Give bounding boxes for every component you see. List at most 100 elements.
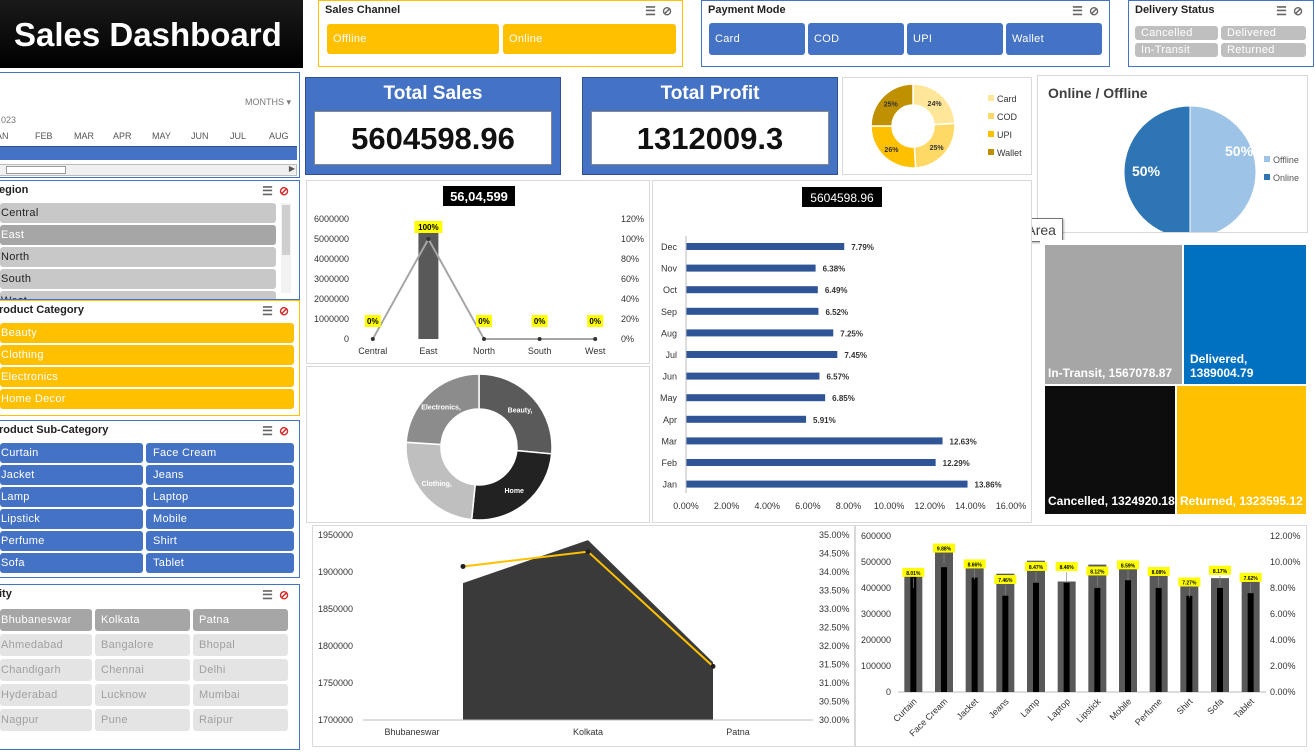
bar-inner[interactable] xyxy=(1063,582,1070,692)
slicer-item-cancelled[interactable]: Cancelled xyxy=(1135,26,1218,40)
online-offline-chart[interactable]: Online / Offline 50% 50% Offline Online xyxy=(1037,75,1308,239)
slicer-item-tablet[interactable]: Tablet xyxy=(146,553,294,573)
slicer-item-mobile[interactable]: Mobile xyxy=(146,509,294,529)
category-donut-chart[interactable]: Beauty, Home Clothing, Electronics, xyxy=(306,366,650,523)
multi-select-icon[interactable]: ☰ xyxy=(262,184,279,198)
slicer-item-central[interactable]: Central xyxy=(0,203,276,223)
slicer-item-bhubaneswar[interactable]: Bhubaneswar xyxy=(0,609,92,631)
clear-filter-icon[interactable]: ⊘ xyxy=(279,588,295,602)
slicer-item-upi[interactable]: UPI xyxy=(907,23,1003,55)
slicer-item-card[interactable]: Card xyxy=(709,23,805,55)
slicer-item-wallet[interactable]: Wallet xyxy=(1006,23,1102,55)
slicer-item-ahmedabad[interactable]: Ahmedabad xyxy=(0,634,92,656)
slicer-item-mumbai[interactable]: Mumbai xyxy=(193,684,288,706)
scroll-right-icon[interactable]: ▶ xyxy=(289,164,295,173)
bar-inner[interactable] xyxy=(1125,580,1131,692)
timeline-bar[interactable] xyxy=(0,146,297,160)
timeline-scrollbar[interactable]: ▶ xyxy=(0,164,297,176)
bar[interactable] xyxy=(686,351,838,358)
timeline-month-jul[interactable]: JUL xyxy=(230,131,246,141)
bar[interactable] xyxy=(686,307,819,315)
timeline-month-feb[interactable]: FEB xyxy=(35,131,53,141)
bar[interactable] xyxy=(686,286,818,294)
category-donut-slice[interactable] xyxy=(470,449,553,521)
slicer-item-nagpur[interactable]: Nagpur xyxy=(0,709,92,731)
slicer-item-kolkata[interactable]: Kolkata xyxy=(95,609,190,631)
slicer-item-lamp[interactable]: Lamp xyxy=(0,487,143,507)
bar[interactable] xyxy=(686,437,943,445)
slicer-item-sofa[interactable]: Sofa xyxy=(0,553,143,573)
clear-filter-icon[interactable]: ⊘ xyxy=(1293,4,1309,18)
slicer-item-perfume[interactable]: Perfume xyxy=(0,531,143,551)
bar-inner[interactable] xyxy=(1247,593,1254,692)
subcategory-chart[interactable]: 0 100000 200000 300000 400000 500000 600000 0.0… xyxy=(855,525,1307,747)
slicer-item-delivered[interactable]: Delivered xyxy=(1221,26,1306,40)
slicer-item-south[interactable]: South xyxy=(0,269,276,289)
bar-inner[interactable] xyxy=(1217,588,1223,692)
slicer-item-laptop[interactable]: Laptop xyxy=(146,487,294,507)
pie-slice-offline[interactable] xyxy=(1189,105,1257,239)
clear-filter-icon[interactable]: ⊘ xyxy=(662,4,678,18)
slicer-item-pune[interactable]: Pune xyxy=(95,709,190,731)
timeline-month-may[interactable]: MAY xyxy=(152,131,171,141)
slicer-item-jeans[interactable]: Jeans xyxy=(146,465,294,485)
slicer-item-curtain[interactable]: Curtain xyxy=(0,443,143,463)
slicer-item-raipur[interactable]: Raipur xyxy=(193,709,288,731)
delivery-treemap[interactable]: In-Transit, 1567078.87 Delivered, 138900… xyxy=(1040,240,1308,516)
scrollbar-thumb[interactable] xyxy=(6,166,66,174)
bar-inner[interactable] xyxy=(1186,595,1193,692)
slicer-item-bhopal[interactable]: Bhopal xyxy=(193,634,288,656)
scrollbar-thumb[interactable] xyxy=(282,205,290,255)
timeline-unit-dropdown[interactable]: MONTHS ▾ xyxy=(245,97,291,108)
treemap-returned[interactable]: Returned, 1323595.12 xyxy=(1177,386,1306,514)
bar-inner[interactable] xyxy=(1155,588,1162,692)
bar-inner[interactable] xyxy=(971,577,978,692)
slicer-item-shirt[interactable]: Shirt xyxy=(146,531,294,551)
multi-select-icon[interactable]: ☰ xyxy=(262,304,279,318)
slicer-item-returned[interactable]: Returned xyxy=(1221,43,1306,57)
bar[interactable] xyxy=(686,394,826,402)
slicer-item-face-cream[interactable]: Face Cream xyxy=(146,443,294,463)
slicer-item-clothing[interactable]: Clothing xyxy=(0,345,294,365)
multi-select-icon[interactable]: ☰ xyxy=(262,424,279,438)
bar[interactable] xyxy=(418,226,439,339)
timeline-month-mar[interactable]: MAR xyxy=(74,131,94,141)
bar[interactable] xyxy=(686,480,968,488)
bar[interactable] xyxy=(686,264,816,272)
slicer-item-lipstick[interactable]: Lipstick xyxy=(0,509,143,529)
region-sales-chart[interactable]: 56,04,599 0 1000000 2000000 3000000 4000000 50… xyxy=(306,180,650,364)
multi-select-icon[interactable]: ☰ xyxy=(645,4,662,18)
slicer-item-offline[interactable]: Offline xyxy=(327,24,499,54)
slicer-item-delhi[interactable]: Delhi xyxy=(193,659,288,681)
bar-inner[interactable] xyxy=(1033,582,1039,692)
slicer-item-online[interactable]: Online xyxy=(503,24,676,54)
slicer-item-beauty[interactable]: Beauty xyxy=(0,323,294,343)
timeline-month-jun[interactable]: JUN xyxy=(191,131,209,141)
slicer-item-bangalore[interactable]: Bangalore xyxy=(95,634,190,656)
slicer-item-electronics[interactable]: Electronics xyxy=(0,367,294,387)
bar-inner[interactable] xyxy=(941,567,947,692)
timeline-month-aug[interactable]: AUG xyxy=(269,131,289,141)
monthly-share-chart[interactable]: 5604598.96 Dec 7.79% Nov 6.38% Oct 6.49% Sep 6.5… xyxy=(652,180,1032,523)
multi-select-icon[interactable]: ☰ xyxy=(1072,4,1089,18)
slicer-item-home-decor[interactable]: Home Decor xyxy=(0,389,294,409)
clear-filter-icon[interactable]: ⊘ xyxy=(279,184,295,198)
clear-filter-icon[interactable]: ⊘ xyxy=(1089,4,1105,18)
slicer-item-patna[interactable]: Patna xyxy=(193,609,288,631)
treemap-cancelled[interactable]: Cancelled, 1324920.18 xyxy=(1045,386,1175,514)
slicer-item-cod[interactable]: COD xyxy=(808,23,904,55)
payment-donut-chart[interactable]: 24% 25% 26% 25% Card COD UPI Wallet xyxy=(842,77,1032,175)
clear-filter-icon[interactable]: ⊘ xyxy=(279,304,295,318)
city-area-chart[interactable]: 1700000 1750000 1800000 1850000 1900000 19500… xyxy=(312,525,855,747)
slicer-item-hyderabad[interactable]: Hyderabad xyxy=(0,684,92,706)
bar[interactable] xyxy=(686,243,845,250)
bar[interactable] xyxy=(686,415,807,423)
slicer-item-chandigarh[interactable]: Chandigarh xyxy=(0,659,92,681)
treemap-delivered[interactable]: Delivered, 1389004.79 xyxy=(1184,245,1306,384)
clear-filter-icon[interactable]: ⊘ xyxy=(279,424,295,438)
bar-inner[interactable] xyxy=(1002,595,1009,692)
timeline-month-apr[interactable]: APR xyxy=(113,131,132,141)
slicer-item-in-transit[interactable]: In-Transit xyxy=(1135,43,1218,57)
bar-inner[interactable] xyxy=(1094,588,1101,692)
slicer-item-lucknow[interactable]: Lucknow xyxy=(95,684,190,706)
